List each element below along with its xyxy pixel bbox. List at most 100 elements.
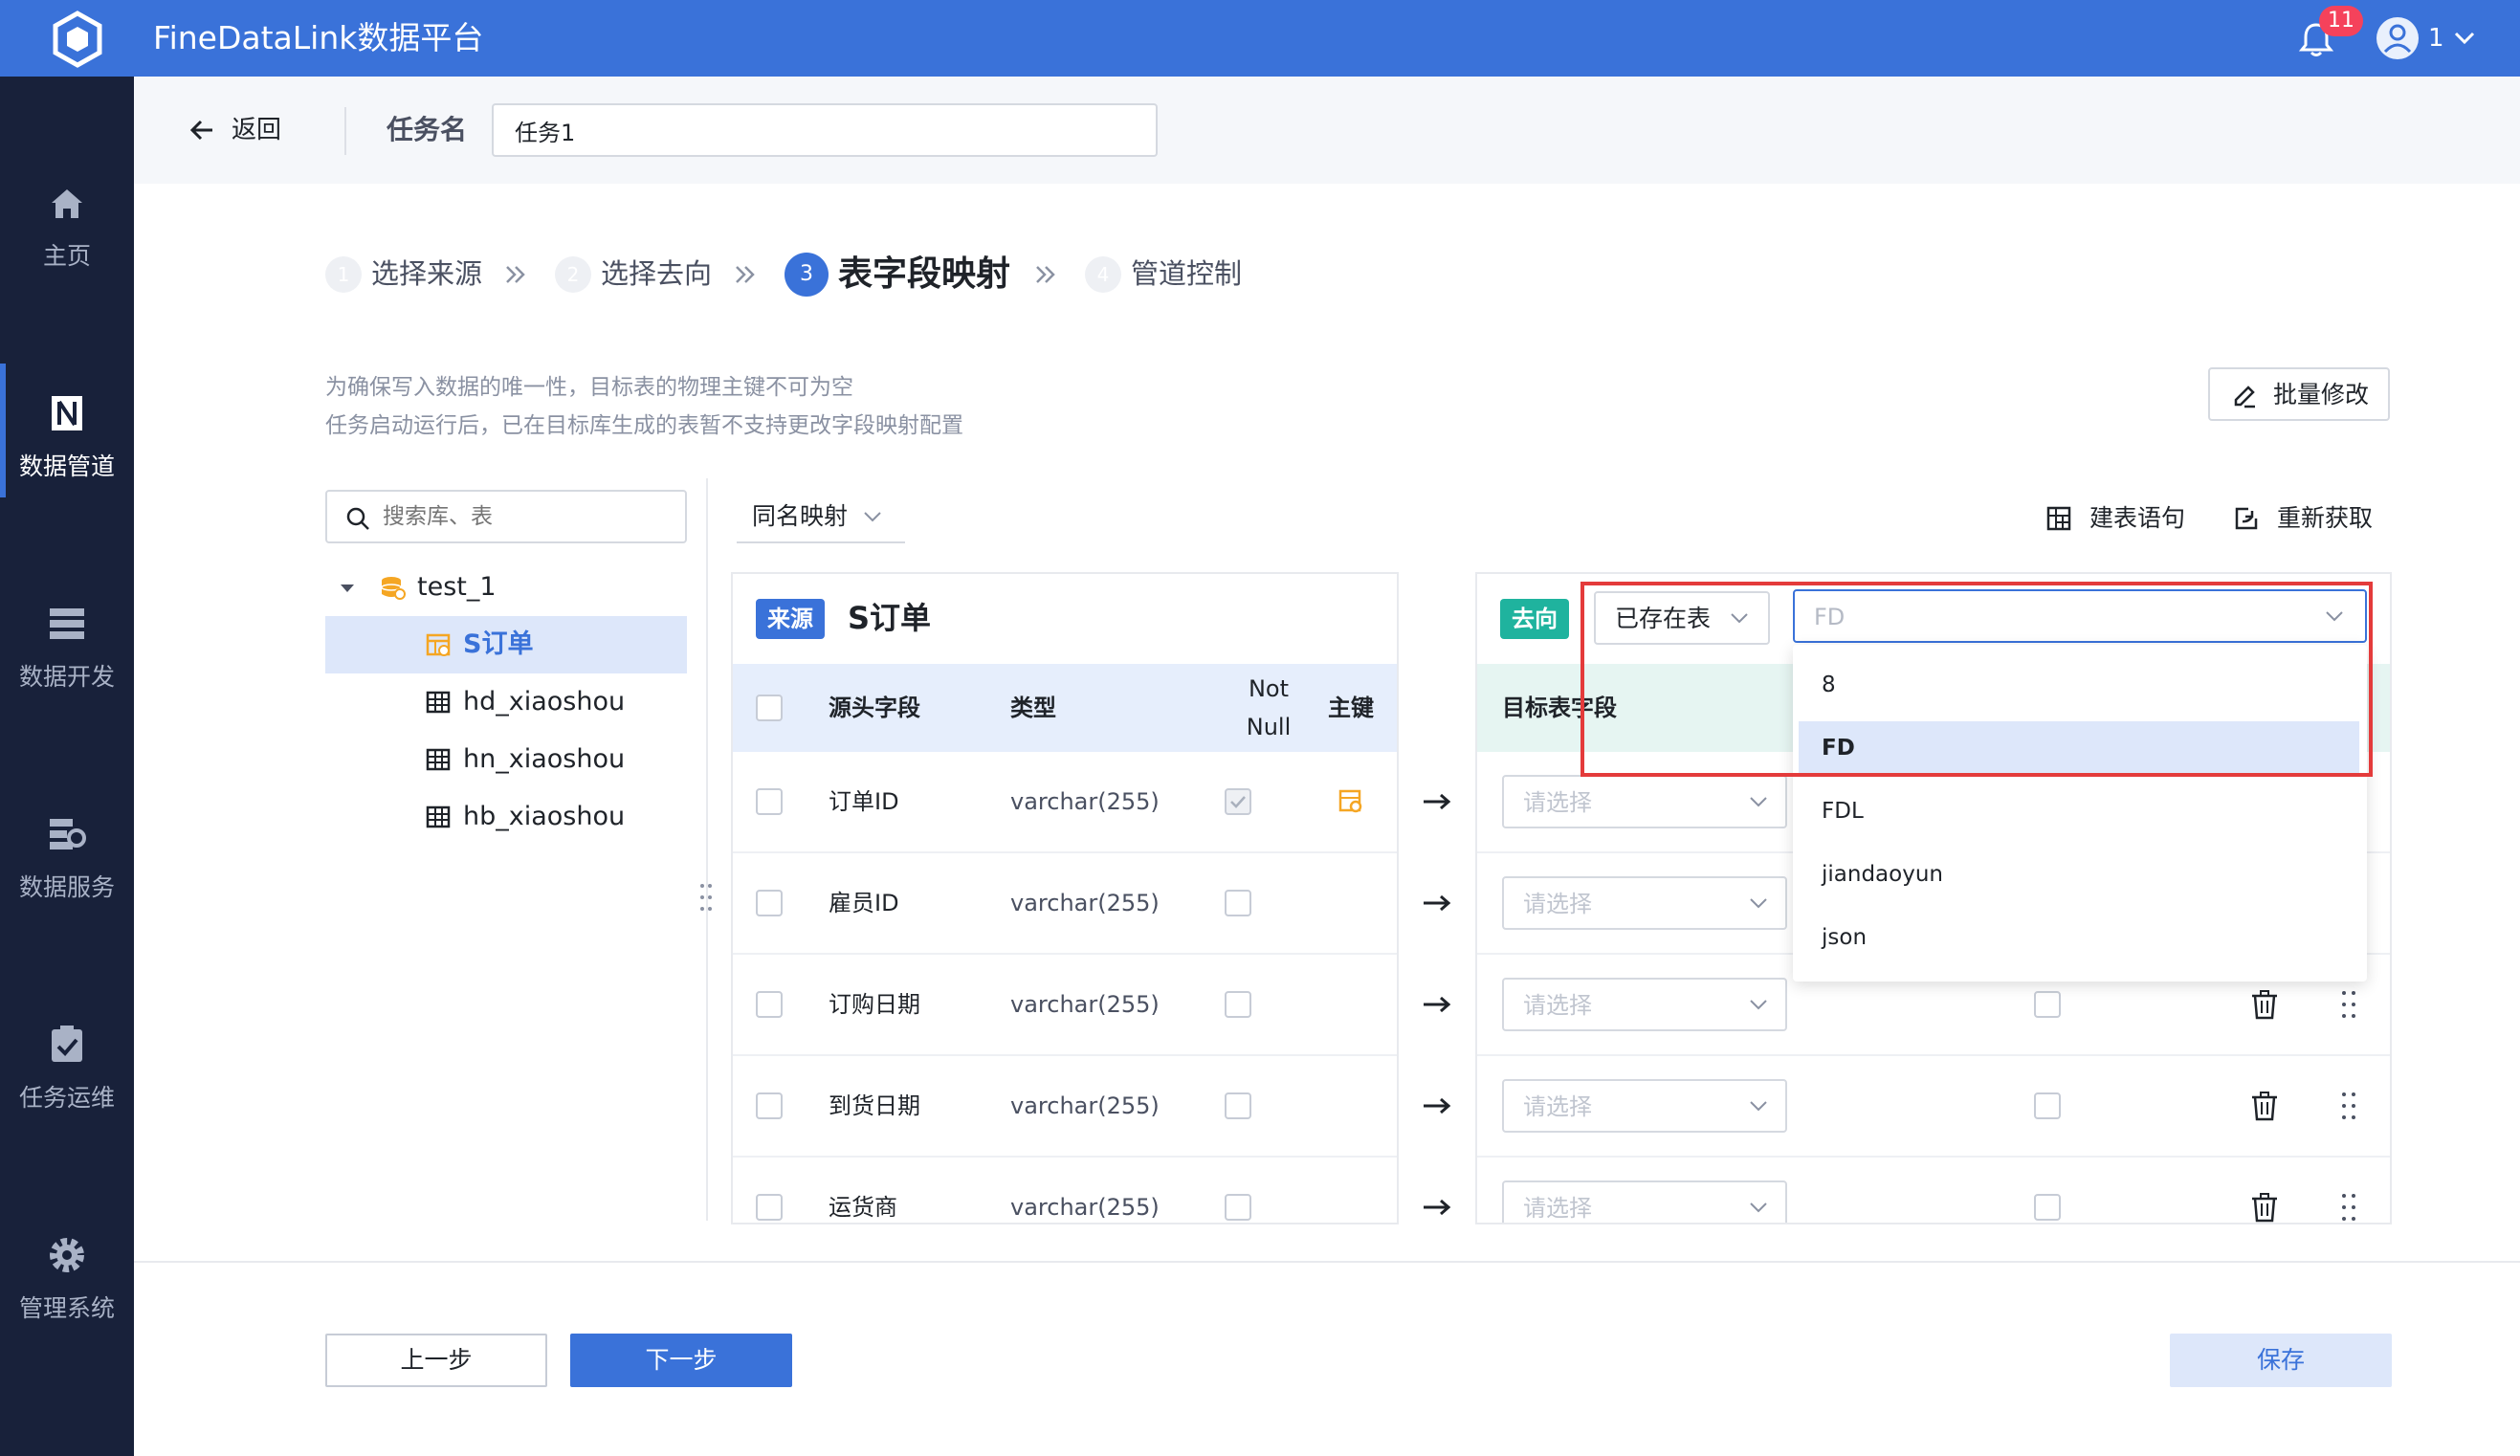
double-chevron-icon xyxy=(501,260,530,289)
source-table-name: S订单 xyxy=(848,600,932,636)
sidebar-item-label: 管理系统 xyxy=(18,1294,115,1322)
not-null-checkbox[interactable] xyxy=(1225,890,1251,916)
header-not-null-line2: Null xyxy=(1246,714,1292,740)
tree-table-node[interactable]: hd_xiaoshou xyxy=(325,673,687,731)
refetch-button[interactable]: 重新获取 xyxy=(2229,499,2392,538)
sidebar-item-home[interactable]: 主页 xyxy=(0,143,134,297)
header-primary-key: 主键 xyxy=(1328,695,1374,721)
dropdown-option[interactable]: json xyxy=(1793,911,2367,964)
step-2-label: 选择去向 xyxy=(601,257,713,290)
sidebar-item-pipeline[interactable]: 数据管道 xyxy=(0,354,134,507)
target-field-select[interactable]: 请选择 xyxy=(1502,775,1787,828)
save-button[interactable]: 保存 xyxy=(2170,1334,2392,1387)
trash-icon[interactable] xyxy=(2248,1090,2281,1122)
tree-table-node[interactable]: hn_xiaoshou xyxy=(325,731,687,788)
next-step-button[interactable]: 下一步 xyxy=(570,1334,792,1387)
header-not-null-line1: Not xyxy=(1248,675,1290,702)
back-button[interactable]: 返回 xyxy=(232,113,281,147)
tree-db-label: test_1 xyxy=(417,572,497,602)
target-field-placeholder: 请选择 xyxy=(1523,992,1592,1019)
row-checkbox[interactable] xyxy=(756,788,783,815)
tree-table-node[interactable]: S订单 xyxy=(325,616,687,673)
not-null-checkbox[interactable] xyxy=(1225,1092,1251,1119)
sidebar-item-label: 任务运维 xyxy=(18,1084,115,1112)
sidebar-item-service[interactable]: 数据服务 xyxy=(0,775,134,928)
create-table-sql-button[interactable]: 建表语句 xyxy=(2045,499,2189,538)
dropdown-option[interactable]: FDL xyxy=(1793,784,2367,838)
trash-icon[interactable] xyxy=(2248,1191,2281,1223)
trash-icon[interactable] xyxy=(2248,988,2281,1021)
source-table-header: 源头字段 类型 Not Null 主键 xyxy=(733,664,1397,752)
select-all-checkbox[interactable] xyxy=(756,695,783,721)
dev-icon xyxy=(46,603,88,645)
chevron-down-icon[interactable] xyxy=(2452,25,2477,50)
notification-badge: 11 xyxy=(2319,6,2363,36)
drag-handle-icon[interactable] xyxy=(2338,1191,2359,1223)
step-3-label: 表字段映射 xyxy=(838,254,1011,294)
chevron-down-icon xyxy=(1747,790,1770,813)
table-row: 雇员ID varchar(255) xyxy=(733,853,1397,955)
sidebar-item-label: 数据开发 xyxy=(18,663,115,691)
row-checkbox[interactable] xyxy=(756,991,783,1018)
sidebar-item-admin[interactable]: 管理系统 xyxy=(0,1196,134,1349)
step-1-number: 1 xyxy=(325,256,362,293)
primary-key-icon[interactable] xyxy=(1337,788,1364,815)
resize-handle-icon[interactable] xyxy=(696,880,716,915)
service-icon xyxy=(46,813,88,855)
not-null-checkbox[interactable] xyxy=(1225,991,1251,1018)
table-icon xyxy=(425,804,452,830)
row-checkbox[interactable] xyxy=(756,890,783,916)
ops-icon xyxy=(46,1024,88,1066)
row-checkbox[interactable] xyxy=(756,1092,783,1119)
table-row: 到货日期 varchar(255) xyxy=(733,1056,1397,1158)
tree-search-box[interactable] xyxy=(325,490,687,543)
target-field-select[interactable]: 请选择 xyxy=(1502,1079,1787,1133)
user-name[interactable]: 1 xyxy=(2428,19,2444,57)
batch-edit-label: 批量修改 xyxy=(2273,381,2370,408)
target-field-placeholder: 请选择 xyxy=(1523,1195,1592,1222)
back-arrow-icon[interactable] xyxy=(188,115,218,145)
not-null-checkbox[interactable] xyxy=(1225,1194,1251,1221)
gear-icon xyxy=(46,1234,88,1276)
double-chevron-icon xyxy=(1031,260,1060,289)
table-icon xyxy=(425,689,452,716)
source-badge: 来源 xyxy=(756,599,825,639)
dropdown-option[interactable]: jiandaoyun xyxy=(1793,848,2367,901)
tree-table-node[interactable]: hb_xiaoshou xyxy=(325,788,687,846)
batch-edit-button[interactable]: 批量修改 xyxy=(2208,367,2390,421)
footer-divider xyxy=(134,1261,2520,1263)
map-arrow-icon xyxy=(1422,993,1452,1016)
tree-search-input[interactable] xyxy=(383,499,670,534)
prev-step-button[interactable]: 上一步 xyxy=(325,1334,547,1387)
map-arrow-icon xyxy=(1422,892,1452,915)
header-source-field: 源头字段 xyxy=(829,695,920,721)
edit-icon xyxy=(2231,383,2258,409)
target-field-select[interactable]: 请选择 xyxy=(1502,876,1787,930)
create-table-sql-label: 建表语句 xyxy=(2089,504,2186,532)
caret-down-icon[interactable] xyxy=(339,580,356,597)
home-icon xyxy=(46,182,88,224)
target-field-select[interactable]: 请选择 xyxy=(1502,978,1787,1031)
task-name-input[interactable] xyxy=(492,103,1158,157)
double-chevron-icon xyxy=(731,260,760,289)
tree-table-label: hn_xiaoshou xyxy=(463,744,626,774)
sidebar-item-ops[interactable]: 任务运维 xyxy=(0,985,134,1138)
mapping-mode-select[interactable]: 同名映射 xyxy=(737,490,905,543)
target-not-null-checkbox[interactable] xyxy=(2034,1092,2061,1119)
sidebar-item-dev[interactable]: 数据开发 xyxy=(0,564,134,717)
avatar[interactable] xyxy=(2376,17,2419,59)
target-not-null-checkbox[interactable] xyxy=(2034,1194,2061,1221)
source-field-type: varchar(255) xyxy=(1010,890,1160,916)
sidebar-item-label: 数据管道 xyxy=(18,452,115,480)
target-field-select[interactable]: 请选择 xyxy=(1502,1180,1787,1223)
tree-db-node[interactable]: test_1 xyxy=(325,559,687,616)
target-not-null-checkbox[interactable] xyxy=(2034,991,2061,1018)
drag-handle-icon[interactable] xyxy=(2338,988,2359,1021)
drag-handle-icon[interactable] xyxy=(2338,1090,2359,1122)
notice-line: 为确保写入数据的唯一性，目标表的物理主键不可为空 xyxy=(325,375,853,400)
divider xyxy=(344,107,346,155)
source-field-type: varchar(255) xyxy=(1010,788,1160,815)
table-row: 请选择 xyxy=(1477,1056,2390,1158)
row-checkbox[interactable] xyxy=(756,1194,783,1221)
source-field-name: 订购日期 xyxy=(829,991,920,1018)
